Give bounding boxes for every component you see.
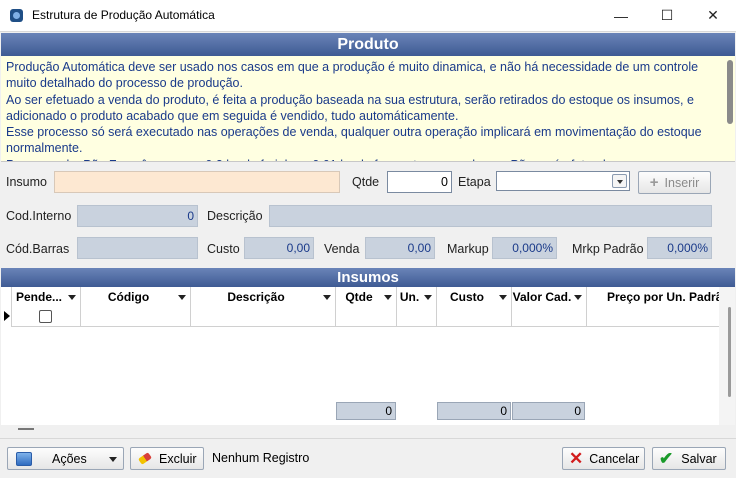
qtde-label: Qtde [352,175,380,189]
col-custo-label: Custo [450,290,484,304]
close-button[interactable]: ✕ [690,0,736,31]
cancelar-label: Cancelar [589,451,640,466]
grid-scrollbar[interactable] [719,287,735,425]
cod-interno-field: 0 [77,205,198,227]
row-indicator-column [1,287,12,327]
footer-separator [0,438,736,439]
app-icon [10,9,23,22]
acoes-button[interactable]: Ações [7,447,124,470]
col-un[interactable]: Un. [397,287,437,327]
sort-arrow-icon [499,295,507,300]
descricao-field [269,205,712,227]
col-valor-cad-label: Valor Cad. [512,290,572,304]
insumo-label: Insumo [6,175,47,189]
markup-label: Markup [447,242,489,256]
sort-arrow-icon [424,295,432,300]
maximize-button[interactable]: ☐ [644,0,690,31]
current-row-icon [4,311,10,321]
col-codigo[interactable]: Código [81,287,191,327]
col-preco-un-padrao-label: Preço por Un. Padrã [607,290,719,304]
description-scrollbar[interactable] [727,60,733,124]
salvar-label: Salvar [681,451,717,466]
cod-interno-label: Cod.Interno [6,209,72,223]
custo-label: Custo [207,242,240,256]
salvar-button[interactable]: ✔ Salvar [652,447,726,470]
etapa-label: Etapa [458,175,491,189]
total-custo: 0 [437,402,511,420]
plus-icon: + [649,174,659,191]
cancelar-button[interactable]: ✕ Cancelar [562,447,645,470]
col-valor-cad[interactable]: Valor Cad. [512,287,587,327]
produto-header: Produto [1,33,735,56]
mrkp-padrao-label: Mrkp Padrão [572,242,644,256]
col-qtde-label: Qtde [345,290,373,304]
chevron-down-icon [617,180,623,184]
markup-field: 0,000% [492,237,557,259]
insumo-input[interactable] [54,171,340,193]
etapa-dropdown-button[interactable] [612,174,627,188]
venda-field: 0,00 [365,237,435,259]
col-custo[interactable]: Custo [437,287,512,327]
sort-arrow-icon [68,295,76,300]
splitter-handle[interactable] [18,428,34,430]
col-pendente[interactable]: Pende... [12,287,81,327]
cod-barras-field [77,237,198,259]
status-text: Nenhum Registro [212,451,310,465]
checkmark-icon: ✔ [659,448,674,468]
excluir-button[interactable]: Excluir [130,447,204,470]
col-preco-un-padrao[interactable]: Preço por Un. Padrã [587,287,719,327]
excluir-label: Excluir [159,451,197,466]
chevron-down-icon [109,457,117,462]
actions-icon [16,451,32,466]
total-qtde: 0 [336,402,396,420]
cancel-x-icon: ✕ [569,448,584,468]
sort-arrow-icon [178,295,186,300]
insumos-header: Insumos [1,268,735,287]
inserir-button[interactable]: + Inserir [638,171,711,194]
col-descricao[interactable]: Descrição [191,287,336,327]
total-valor-cad: 0 [512,402,585,420]
col-un-label: Un. [399,290,420,304]
etapa-select[interactable] [496,171,630,191]
col-pendente-label: Pende... [15,290,62,304]
mrkp-padrao-field: 0,000% [647,237,712,259]
col-descricao-label: Descrição [227,290,285,304]
inserir-label: Inserir [664,175,700,190]
descricao-label: Descrição [207,209,263,223]
description-panel[interactable]: Produção Automática deve ser usado nos c… [1,56,735,162]
col-codigo-label: Código [107,290,150,304]
minimize-button[interactable]: — [598,0,644,31]
venda-label: Venda [324,242,360,256]
title-separator [0,31,736,32]
acoes-label: Ações [52,451,87,466]
sort-arrow-icon [323,295,331,300]
pendente-checkbox[interactable] [39,310,52,323]
custo-field: 0,00 [244,237,314,259]
sort-arrow-icon [574,295,582,300]
description-text: Produção Automática deve ser usado nos c… [6,60,702,161]
window-title: Estrutura de Produção Automática [32,8,215,22]
qtde-input[interactable]: 0 [387,171,452,193]
col-qtde[interactable]: Qtde [336,287,397,327]
cod-barras-label: Cód.Barras [6,242,70,256]
grid-scroll-thumb[interactable] [728,307,731,397]
sort-arrow-icon [384,295,392,300]
eraser-icon [137,451,153,466]
